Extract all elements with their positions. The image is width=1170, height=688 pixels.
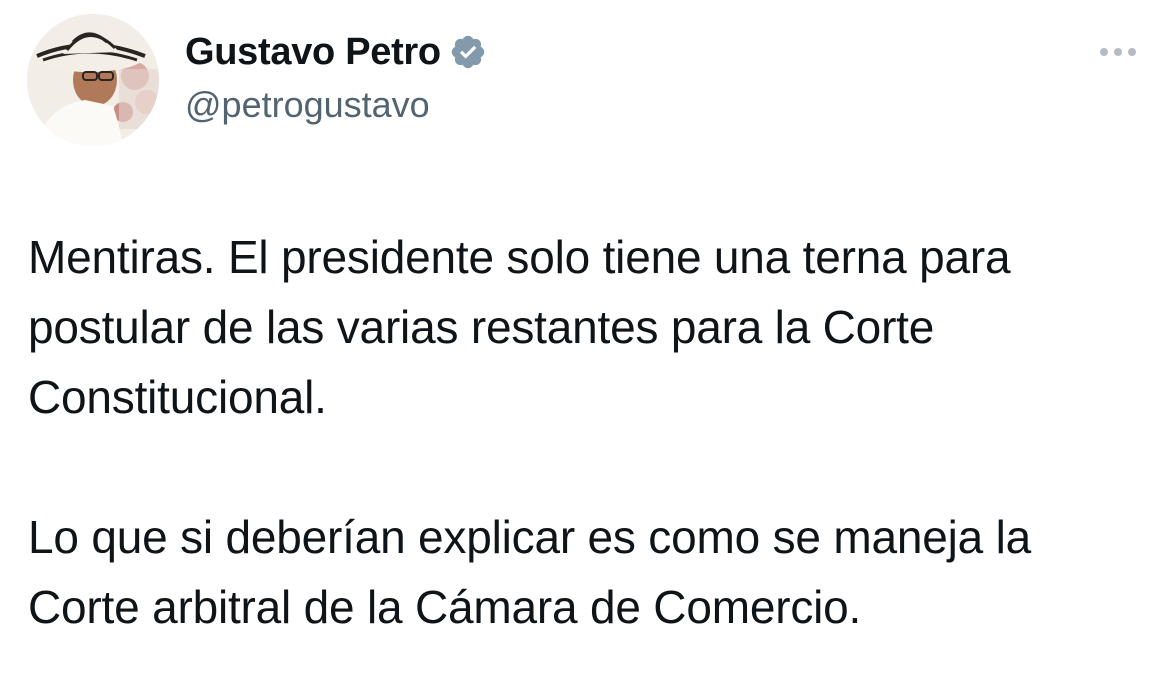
tweet-text: Mentiras. El presidente solo tiene una t… — [28, 222, 1148, 642]
author-handle[interactable]: @petrogustavo — [185, 84, 430, 126]
tweet-paragraph: Mentiras. El presidente solo tiene una t… — [28, 231, 1011, 423]
more-options-icon[interactable] — [1096, 40, 1140, 64]
avatar-photo — [27, 14, 159, 146]
verified-badge-icon[interactable] — [449, 33, 487, 71]
author-display-name[interactable]: Gustavo Petro — [185, 31, 441, 74]
tweet-card: Gustavo Petro @petrogustavo Mentiras. El… — [0, 0, 1170, 688]
author-avatar[interactable] — [27, 14, 159, 146]
author-name-row: Gustavo Petro — [185, 28, 487, 76]
tweet-paragraph: Lo que si deberían explicar es como se m… — [28, 511, 1031, 633]
